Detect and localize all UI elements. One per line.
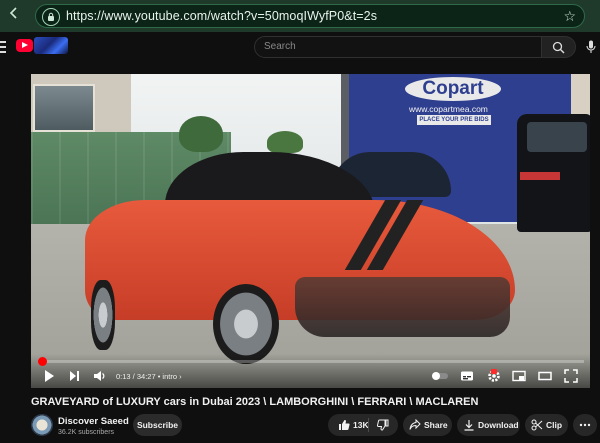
star-icon[interactable]: ☆ — [563, 8, 576, 24]
tree — [267, 131, 303, 153]
channel-avatar[interactable] — [31, 414, 53, 436]
search-input[interactable]: Search — [254, 36, 542, 58]
theater-mode-icon[interactable] — [538, 369, 552, 385]
billboard-site: www.copartmea.com — [409, 104, 488, 114]
scissors-icon — [531, 419, 543, 431]
menu-icon[interactable] — [0, 41, 6, 53]
address-bar[interactable]: https://www.youtube.com/watch?v=50moqIWy… — [35, 4, 585, 28]
channel-name[interactable]: Discover Saeed — [58, 416, 129, 427]
scrubber-handle[interactable] — [38, 357, 48, 366]
search-button[interactable] — [542, 36, 576, 58]
building — [31, 74, 131, 136]
next-icon[interactable] — [69, 369, 80, 385]
thumbs-down-icon[interactable] — [377, 419, 389, 431]
miniplayer-icon[interactable] — [512, 369, 526, 385]
clip-label: Clip — [546, 420, 563, 430]
billboard-brand: Copart — [405, 77, 501, 101]
share-label: Share — [424, 420, 448, 430]
fullscreen-icon[interactable] — [564, 369, 578, 385]
subtitles-icon[interactable] — [460, 369, 474, 385]
youtube-doodle-icon[interactable] — [34, 37, 68, 54]
more-horizontal-icon — [579, 423, 591, 427]
billboard-tagline: PLACE YOUR PRE BIDS — [417, 115, 491, 125]
clip-button[interactable]: Clip — [525, 414, 568, 436]
search-icon — [552, 41, 565, 54]
video-player[interactable]: Copart www.copartmea.com PLACE YOUR PRE … — [31, 74, 590, 388]
microphone-icon[interactable] — [586, 40, 596, 54]
download-icon — [464, 420, 474, 431]
like-count[interactable]: 13K — [353, 414, 369, 436]
subscribe-button[interactable]: Subscribe — [133, 414, 182, 436]
time-display: 0:13 / 34:27 — [116, 372, 156, 381]
back-arrow-icon[interactable] — [8, 6, 26, 26]
like-dislike-pill: 13K — [328, 414, 398, 436]
chapter-label[interactable]: • intro › — [158, 372, 182, 381]
video-title: GRAVEYARD of LUXURY cars in Dubai 2023 \… — [31, 396, 479, 408]
download-label: Download — [478, 420, 519, 430]
autoplay-toggle[interactable] — [431, 369, 449, 385]
share-icon — [409, 419, 421, 430]
search-placeholder: Search — [264, 41, 296, 52]
subscriber-count: 36.2K subscribers — [58, 429, 115, 436]
url-text[interactable]: https://www.youtube.com/watch?v=50moqIWy… — [66, 9, 377, 23]
download-button[interactable]: Download — [457, 414, 520, 436]
hd-badge: HD — [491, 369, 497, 374]
more-actions-button[interactable] — [573, 414, 597, 436]
damaged-sports-car — [85, 152, 525, 364]
progress-bar[interactable] — [38, 357, 584, 366]
thumbs-up-icon[interactable] — [338, 419, 350, 431]
youtube-header: Search — [0, 32, 600, 62]
site-info-icon[interactable] — [42, 8, 60, 26]
share-button[interactable]: Share — [403, 414, 452, 436]
play-icon[interactable] — [44, 369, 55, 385]
browser-toolbar: https://www.youtube.com/watch?v=50moqIWy… — [0, 0, 600, 32]
volume-icon[interactable] — [93, 369, 106, 385]
tree — [179, 116, 223, 152]
youtube-logo-icon[interactable] — [16, 39, 33, 52]
black-suv — [517, 114, 590, 232]
player-controls: 0:13 / 34:27 • intro › HD — [31, 354, 590, 388]
